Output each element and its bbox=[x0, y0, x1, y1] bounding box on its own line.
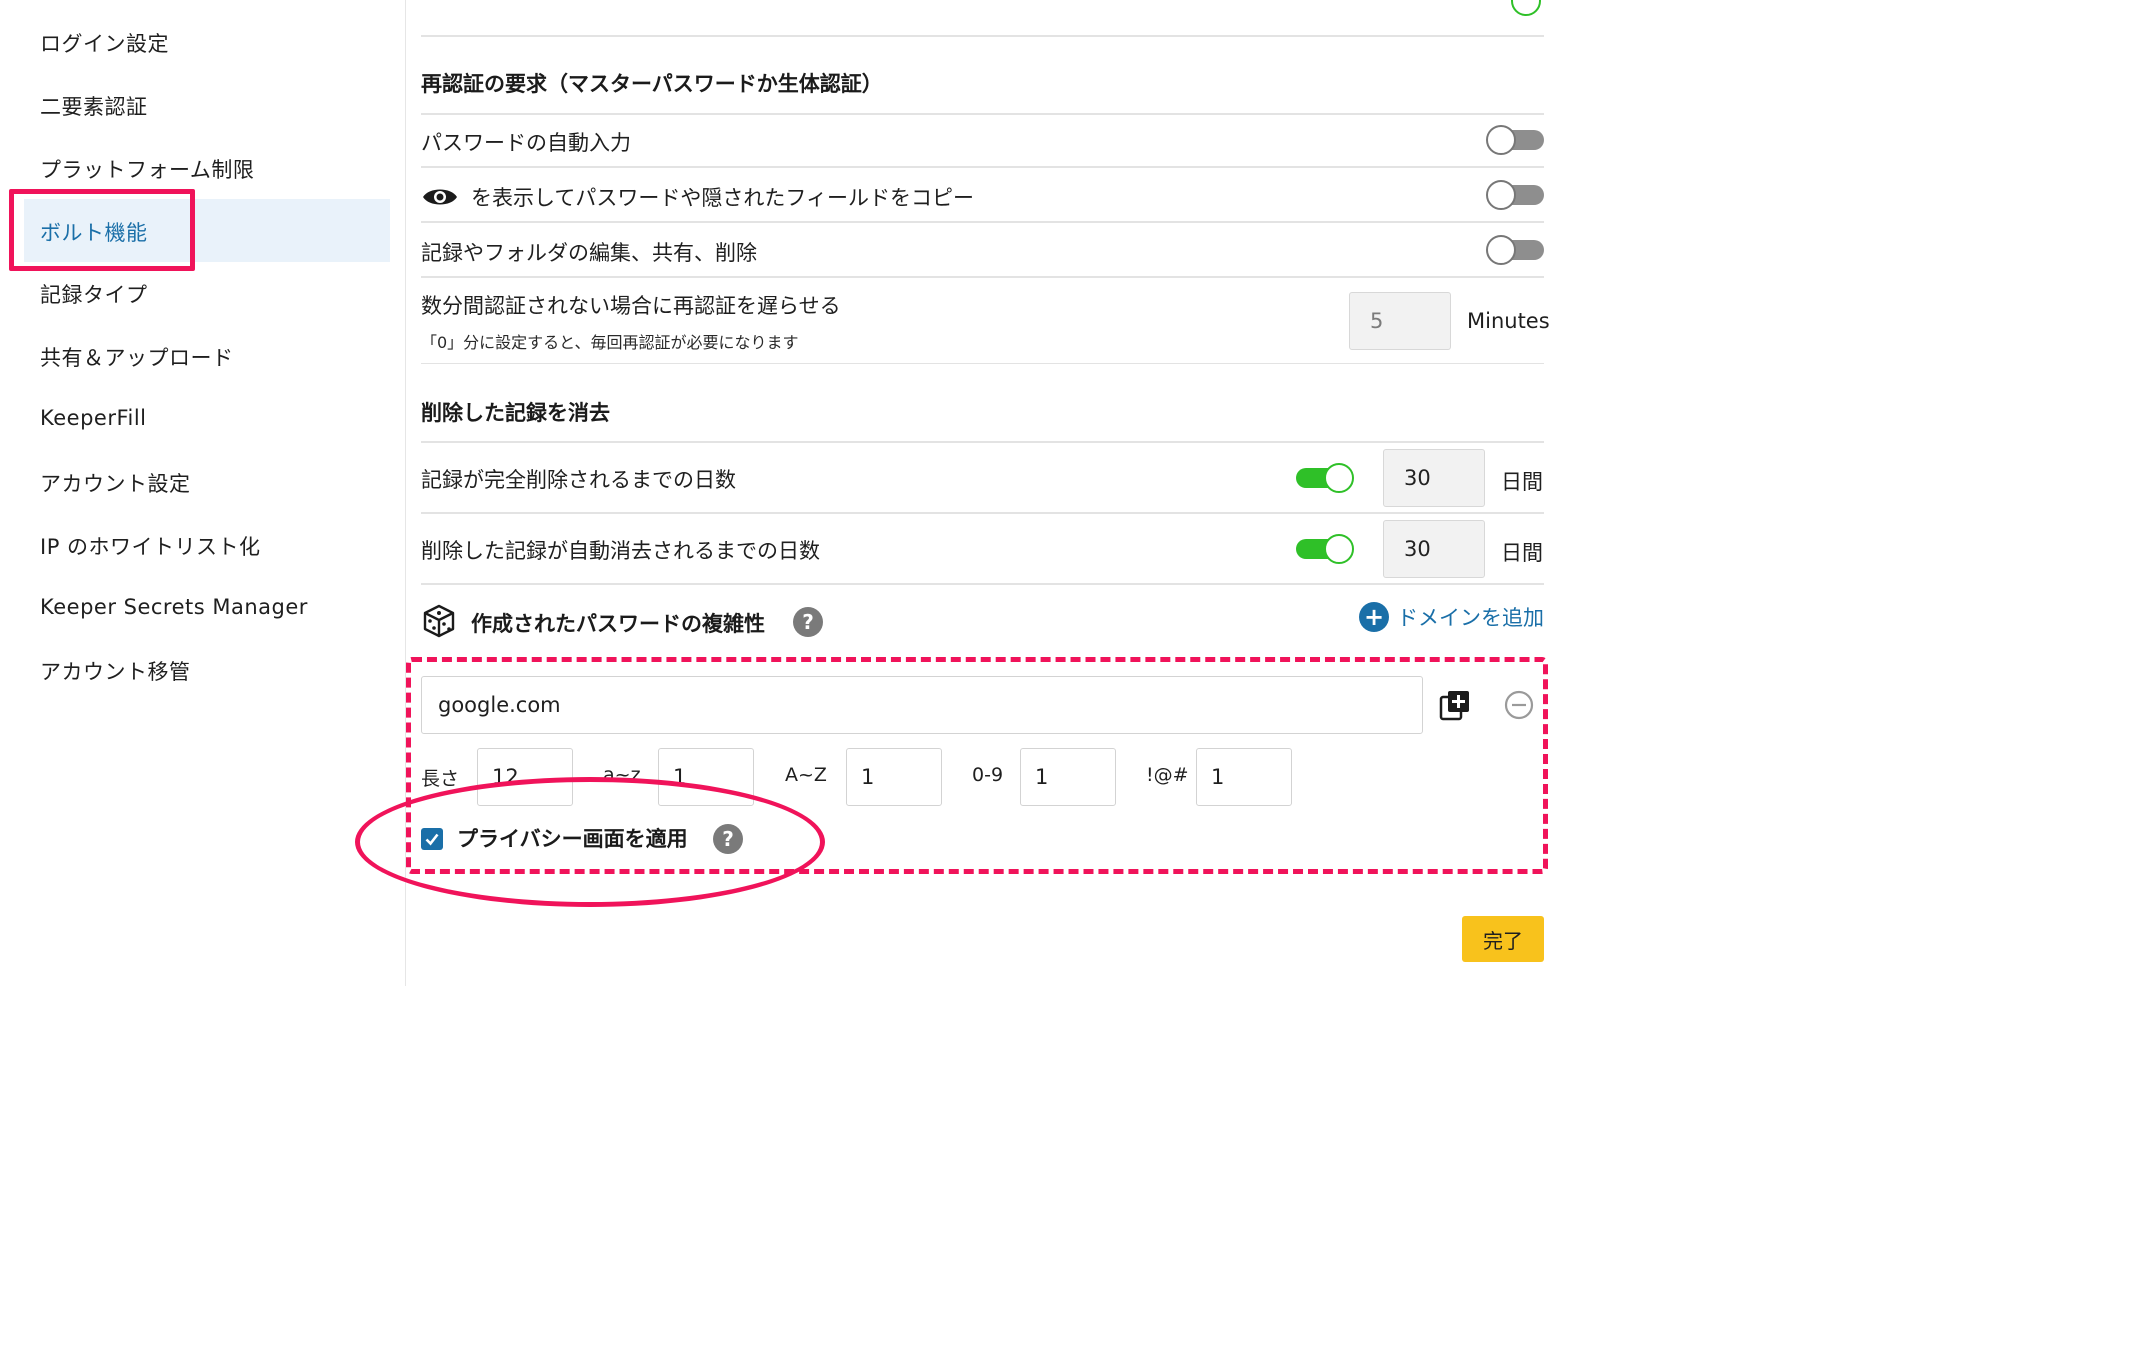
uppercase-label: A~Z bbox=[785, 764, 827, 786]
divider bbox=[421, 441, 1544, 443]
complexity-title: 作成されたパスワードの複雑性 bbox=[471, 612, 765, 636]
purge-days-label: 記録が完全削除されるまでの日数 bbox=[421, 468, 736, 492]
reauth-reveal-toggle[interactable] bbox=[1486, 180, 1544, 210]
lowercase-input[interactable]: 1 bbox=[658, 748, 754, 806]
annotation-highlight-vault-features bbox=[9, 189, 195, 271]
remove-circle-icon[interactable] bbox=[1504, 690, 1534, 720]
sidebar-item-account-settings[interactable]: アカウント設定 bbox=[40, 468, 191, 498]
reauth-autofill-toggle[interactable] bbox=[1486, 125, 1544, 155]
domain-field[interactable]: google.com bbox=[421, 676, 1423, 734]
eye-icon bbox=[421, 185, 459, 209]
sidebar-item-secrets-manager[interactable]: Keeper Secrets Manager bbox=[40, 595, 308, 619]
reauth-reveal-label: を表示してパスワードや隠されたフィールドをコピー bbox=[471, 186, 974, 210]
purge-days-toggle[interactable] bbox=[1296, 463, 1354, 493]
dice-icon bbox=[421, 603, 457, 639]
reauth-edit-share-delete-toggle[interactable] bbox=[1486, 235, 1544, 265]
sidebar-item-platform-restriction[interactable]: プラットフォーム制限 bbox=[40, 154, 254, 184]
auto-purge-days-unit: 日間 bbox=[1501, 541, 1543, 565]
divider bbox=[421, 221, 1544, 223]
purge-days-unit: 日間 bbox=[1501, 470, 1543, 494]
purge-days-input[interactable]: 30 bbox=[1383, 449, 1485, 507]
plus-circle-icon: + bbox=[1359, 602, 1389, 632]
privacy-screen-checkbox[interactable] bbox=[421, 828, 443, 850]
reauth-edit-share-delete-label: 記録やフォルダの編集、共有、削除 bbox=[421, 241, 757, 265]
divider bbox=[421, 583, 1544, 585]
divider bbox=[421, 512, 1544, 514]
divider bbox=[421, 276, 1544, 278]
reauth-delay-label: 数分間認証されない場合に再認証を遅らせる bbox=[421, 294, 841, 318]
divider bbox=[421, 166, 1544, 168]
reauth-delay-unit: Minutes bbox=[1467, 309, 1550, 333]
duplicate-add-icon[interactable] bbox=[1439, 689, 1471, 721]
complexity-help-icon[interactable]: ? bbox=[793, 607, 823, 637]
add-domain-label: ドメインを追加 bbox=[1397, 606, 1544, 630]
digits-input[interactable]: 1 bbox=[1020, 748, 1116, 806]
auto-purge-days-input[interactable]: 30 bbox=[1383, 520, 1485, 578]
uppercase-input[interactable]: 1 bbox=[846, 748, 942, 806]
sidebar-item-record-types[interactable]: 記録タイプ bbox=[40, 279, 148, 309]
check-icon bbox=[425, 833, 439, 846]
purge-section-title: 削除した記録を消去 bbox=[421, 401, 610, 425]
auto-purge-days-label: 削除した記録が自動消去されるまでの日数 bbox=[421, 539, 820, 563]
add-domain-button[interactable]: + ドメインを追加 bbox=[1359, 602, 1544, 632]
sidebar-item-login-settings[interactable]: ログイン設定 bbox=[40, 28, 169, 58]
sidebar-item-ip-allowlist[interactable]: IP のホワイトリスト化 bbox=[40, 531, 261, 561]
done-button[interactable]: 完了 bbox=[1462, 916, 1544, 962]
digits-label: 0-9 bbox=[972, 764, 1004, 786]
toggle-knob-partial[interactable] bbox=[1511, 0, 1541, 16]
privacy-screen-label: プライバシー画面を適用 bbox=[457, 827, 688, 851]
symbols-input[interactable]: 1 bbox=[1196, 748, 1292, 806]
reauth-reveal-row: を表示してパスワードや隠されたフィールドをコピー bbox=[421, 182, 974, 212]
lowercase-label: a~z bbox=[603, 764, 641, 786]
sidebar-item-sharing-upload[interactable]: 共有＆アップロード bbox=[40, 342, 234, 372]
symbols-label: !@# bbox=[1146, 764, 1189, 786]
auto-purge-days-toggle[interactable] bbox=[1296, 534, 1354, 564]
reauth-autofill-label: パスワードの自動入力 bbox=[421, 131, 631, 155]
sidebar-item-keeperfill[interactable]: KeeperFill bbox=[40, 406, 147, 430]
sidebar-item-account-transfer[interactable]: アカウント移管 bbox=[40, 656, 191, 686]
length-label: 長さ bbox=[421, 768, 460, 790]
divider bbox=[421, 363, 1544, 364]
reauth-delay-note: 「0」分に設定すると、毎回再認証が必要になります bbox=[421, 333, 799, 352]
reauth-section-title: 再認証の要求（マスターパスワードか生体認証） bbox=[421, 72, 883, 96]
reauth-delay-input[interactable]: 5 bbox=[1349, 292, 1451, 350]
length-input[interactable]: 12 bbox=[477, 748, 573, 806]
privacy-help-icon[interactable]: ? bbox=[713, 824, 743, 854]
sidebar-item-two-factor[interactable]: 二要素認証 bbox=[40, 91, 148, 121]
vault-features-panel: 再認証の要求（マスターパスワードか生体認証） パスワードの自動入力 を表示してパ… bbox=[421, 0, 1550, 986]
settings-sidebar: ログイン設定 二要素認証 プラットフォーム制限 ボルト機能 記録タイプ 共有＆ア… bbox=[0, 0, 406, 986]
divider bbox=[421, 113, 1544, 115]
divider bbox=[421, 35, 1544, 37]
